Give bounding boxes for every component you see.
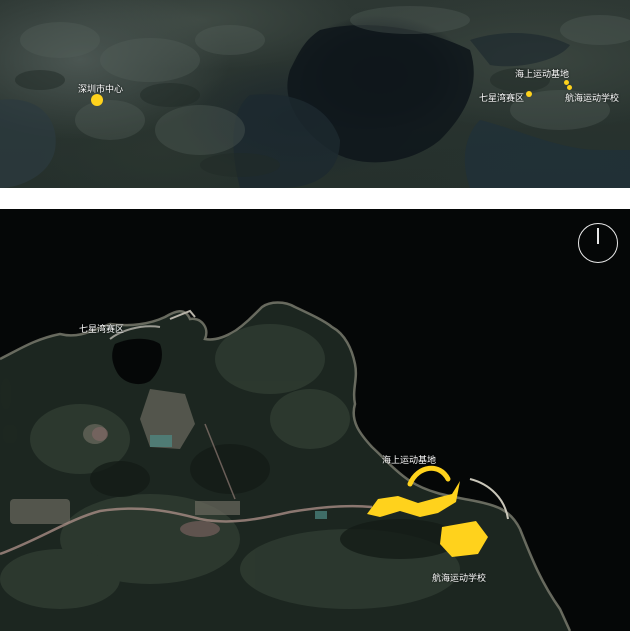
site-location-map: 深圳市中心 海上运动基地 七星湾赛区 航海运动学校 七星湾赛区 海上运动基地 航…	[0, 0, 630, 631]
site-terrain	[0, 301, 572, 631]
nautical-school-site-label: 航海运动学校	[432, 574, 487, 584]
north-arrow-icon	[578, 223, 618, 263]
offshore-base-label: 海上运动基地	[515, 70, 570, 80]
nautical-school-marker	[567, 85, 572, 90]
offshore-base-site-label: 海上运动基地	[382, 456, 437, 466]
qixingwan-marker	[526, 91, 532, 97]
regional-satellite-map: 深圳市中心 海上运动基地 七星湾赛区 航海运动学校	[0, 0, 630, 188]
shenzhen-center-marker	[91, 94, 103, 106]
qixingwan-site-label: 七星湾赛区	[79, 325, 125, 335]
compass-needle	[597, 228, 599, 244]
qixingwan-label: 七星湾赛区	[479, 94, 525, 104]
shenzhen-center-label: 深圳市中心	[78, 85, 124, 95]
site-satellite-map: 七星湾赛区 海上运动基地 航海运动学校	[0, 209, 630, 631]
map-divider	[0, 188, 630, 209]
nautical-school-label: 航海运动学校	[565, 94, 620, 104]
